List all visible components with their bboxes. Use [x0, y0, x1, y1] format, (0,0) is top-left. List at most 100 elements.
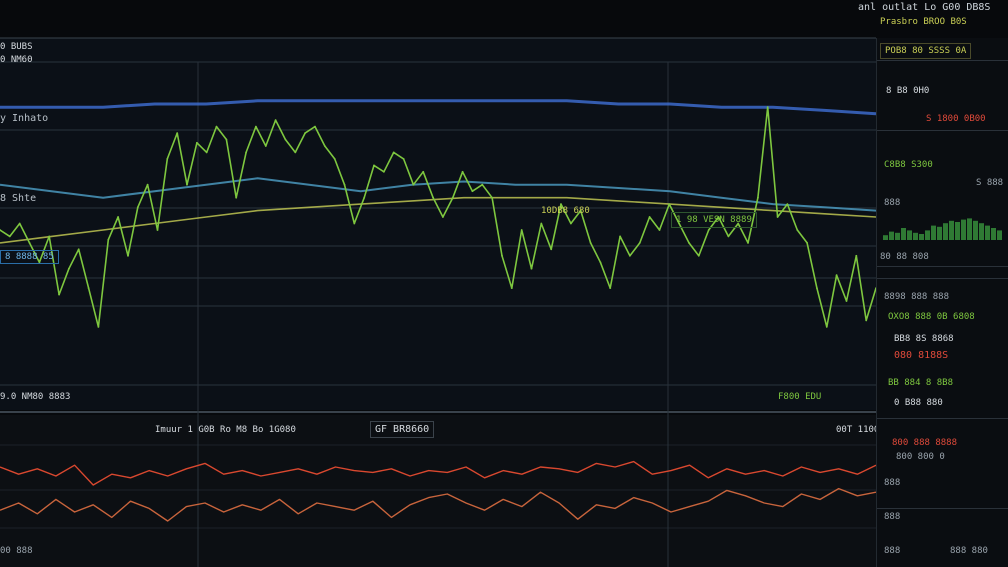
side-row-18: 888 880	[950, 546, 988, 556]
side-hist-bar-6	[919, 234, 924, 240]
main-point-28	[274, 119, 277, 121]
side-row-17: 888	[884, 546, 901, 556]
side-hist-bar-4	[907, 230, 912, 240]
side-row-13: 800 888 8888	[892, 438, 958, 448]
main-point-25	[245, 151, 248, 154]
main-point-67	[658, 229, 661, 231]
main-point-87	[855, 254, 858, 257]
side-row-9: BB8 8S 8868	[894, 334, 954, 344]
header-title: anl outlat Lo G00 DB8S	[858, 2, 991, 13]
main-point-55	[540, 222, 543, 225]
side-hist-bar-10	[943, 223, 948, 240]
main-point-24	[235, 196, 238, 199]
main-point-29	[284, 138, 287, 141]
main-point-42	[412, 183, 415, 186]
main-point-23	[225, 138, 228, 141]
main-point-33	[323, 145, 326, 147]
main-point-3	[28, 242, 31, 244]
chart-canvas	[0, 37, 876, 567]
side-row-8: OXO8 888 0B 6808	[888, 312, 975, 322]
main-point-72	[707, 229, 710, 231]
main-point-26	[255, 125, 257, 128]
side-hist-bar-2	[895, 232, 900, 240]
side-hist-bar-5	[913, 232, 918, 240]
main-label-b: 0 NM60	[0, 55, 33, 65]
main-point-22	[215, 125, 218, 128]
side-row-11: BB 884 8 8B8	[888, 378, 954, 388]
main-point-64	[629, 254, 631, 257]
side-hist-bar-13	[961, 219, 966, 240]
main-point-54	[530, 267, 533, 270]
side-hist-bar-7	[925, 230, 930, 240]
side-hist-bar-0	[883, 235, 888, 240]
side-hist-bar-12	[955, 222, 960, 240]
main-point-80	[786, 203, 789, 206]
side-hist-bar-16	[979, 223, 984, 240]
main-point-10	[97, 326, 100, 328]
side-row-14: 800 800 0	[896, 452, 945, 462]
side-row-7: 8898 888 888	[884, 292, 950, 302]
side-row-1: 8 B8 0H0	[886, 86, 930, 96]
main-point-38	[373, 164, 375, 167]
side-hist-bar-14	[967, 218, 972, 240]
main-point-58	[570, 222, 572, 225]
main-label-d: 8 Shte	[0, 193, 37, 204]
main-point-36	[353, 222, 356, 225]
sub-header-text: Imuur 1 G0B Ro M8 Bo 1G080	[155, 425, 296, 435]
side-row-3: C8B8 S300	[884, 160, 933, 170]
main-point-88	[865, 319, 868, 322]
main-point-57	[560, 203, 562, 206]
main-point-44	[432, 196, 434, 199]
main-point-60	[589, 242, 592, 244]
side-hist-bar-9	[937, 226, 942, 240]
main-point-81	[796, 229, 799, 231]
main-point-13	[127, 254, 129, 257]
main-point-46	[451, 196, 454, 199]
main-point-61	[599, 261, 602, 264]
main-point-83	[816, 287, 818, 289]
main-point-49	[481, 183, 484, 186]
main-point-5	[48, 235, 51, 238]
main-point-17	[166, 158, 169, 160]
side-hist-bar-15	[973, 220, 978, 240]
side-row-2: S 1800 0B00	[926, 114, 986, 124]
main-point-48	[471, 190, 474, 193]
main-point-9	[87, 287, 90, 289]
main-point-6	[58, 293, 60, 296]
side-row-12: 0 B88 880	[894, 398, 943, 408]
side-hist-bar-18	[991, 228, 996, 240]
main-point-70	[688, 242, 690, 244]
main-point-47	[461, 170, 464, 173]
main-point-84	[825, 326, 828, 328]
main-point-18	[176, 132, 179, 135]
main-point-82	[806, 242, 808, 244]
main-point-76	[747, 242, 749, 244]
main-point-53	[520, 229, 523, 231]
main-point-63	[619, 235, 621, 238]
main-point-51	[501, 254, 503, 257]
main-point-86	[845, 300, 848, 302]
main-bottom-right: F800 EDU	[778, 392, 822, 402]
side-hist-bar-8	[931, 225, 936, 240]
main-point-32	[314, 125, 316, 128]
main-left-box: 8 8888 85	[0, 250, 59, 264]
main-label-a: 0 BUBS	[0, 42, 33, 52]
side-row-6: 80 88 808	[880, 252, 929, 262]
main-point-71	[697, 254, 700, 257]
main-point-66	[648, 216, 651, 218]
main-mid-label: 10DB8 680	[541, 206, 590, 216]
main-point-62	[609, 287, 612, 289]
main-point-8	[77, 248, 80, 251]
side-hist-bar-3	[901, 228, 906, 240]
main-point-68	[668, 203, 671, 206]
main-point-16	[156, 229, 159, 231]
main-point-20	[196, 141, 198, 144]
main-bottom-left: 9.0 NM80 8883	[0, 392, 71, 402]
side-hist-bar-17	[985, 225, 990, 240]
sub-right-label: 00T 1100	[836, 425, 880, 435]
main-point-27	[264, 145, 267, 147]
main-point-7	[68, 267, 70, 270]
main-point-41	[402, 158, 405, 160]
side-row-15: 888	[884, 478, 901, 488]
main-point-1	[8, 235, 11, 238]
